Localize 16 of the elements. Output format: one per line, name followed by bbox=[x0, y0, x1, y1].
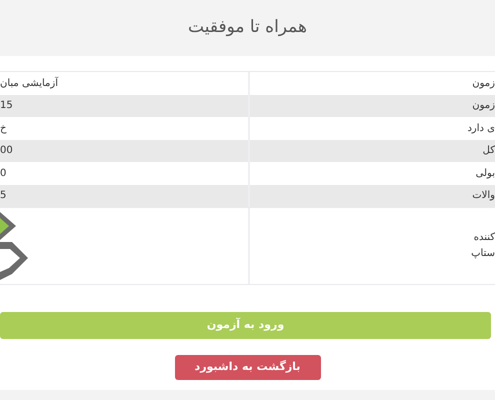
table-cell-text: 5 bbox=[0, 189, 6, 204]
table-cell: آزمایشی مبان bbox=[0, 76, 58, 91]
table-cell-text: خ bbox=[0, 122, 6, 136]
table-cell-text: زمون bbox=[472, 99, 495, 114]
table-cell-text: 15 bbox=[0, 99, 13, 114]
back-button[interactable]: بازگشت به داشبورد bbox=[174, 355, 320, 380]
table-cell-text: والات bbox=[472, 189, 495, 204]
table-cell-text: کننده ستاپ bbox=[471, 231, 495, 261]
table-cell-text: 00 bbox=[0, 144, 13, 158]
table-cell-text: 0 bbox=[0, 166, 6, 181]
table-cell-text: بولی bbox=[476, 166, 495, 181]
table-cell-text: کل bbox=[482, 144, 495, 158]
table-cell-text: ی دارد bbox=[467, 122, 495, 136]
page-title: همراه تا موفقیت bbox=[188, 16, 307, 40]
table-cell-text: زمون bbox=[472, 76, 495, 91]
logo-icon bbox=[0, 212, 30, 280]
